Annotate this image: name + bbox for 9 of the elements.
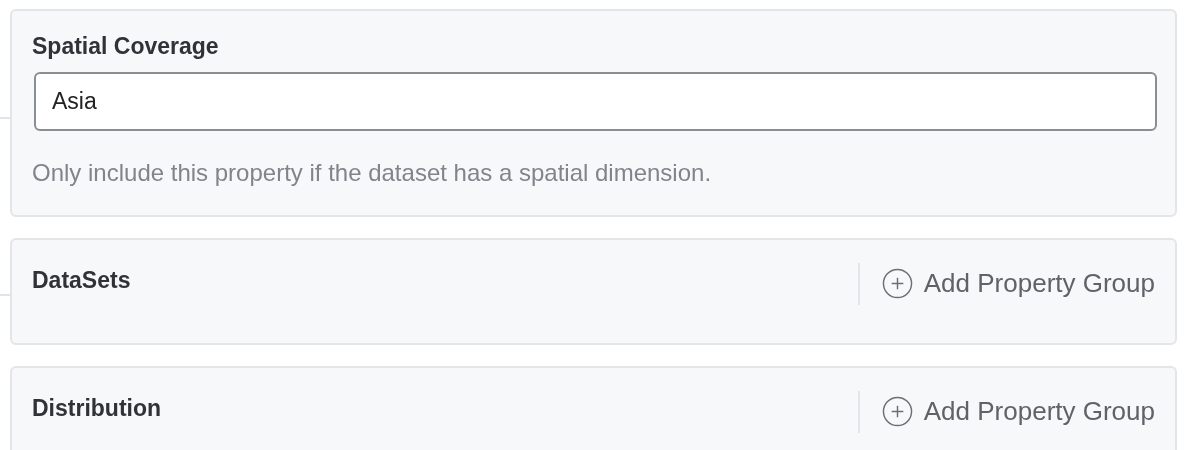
add-icon bbox=[881, 396, 913, 427]
input-field[interactable]: Asia bbox=[34, 72, 1157, 131]
help-text: Only include this property if the dataset has a spatial dimension. bbox=[32, 159, 713, 187]
add-icon bbox=[881, 268, 913, 299]
group-title: Distribution bbox=[32, 395, 163, 422]
add-property-group-button[interactable]: Add Property Group bbox=[881, 268, 1155, 299]
property-title: Spatial Coverage bbox=[32, 33, 220, 60]
group-title: DataSets bbox=[32, 267, 132, 294]
add-property-group-button[interactable]: Add Property Group bbox=[881, 396, 1155, 427]
